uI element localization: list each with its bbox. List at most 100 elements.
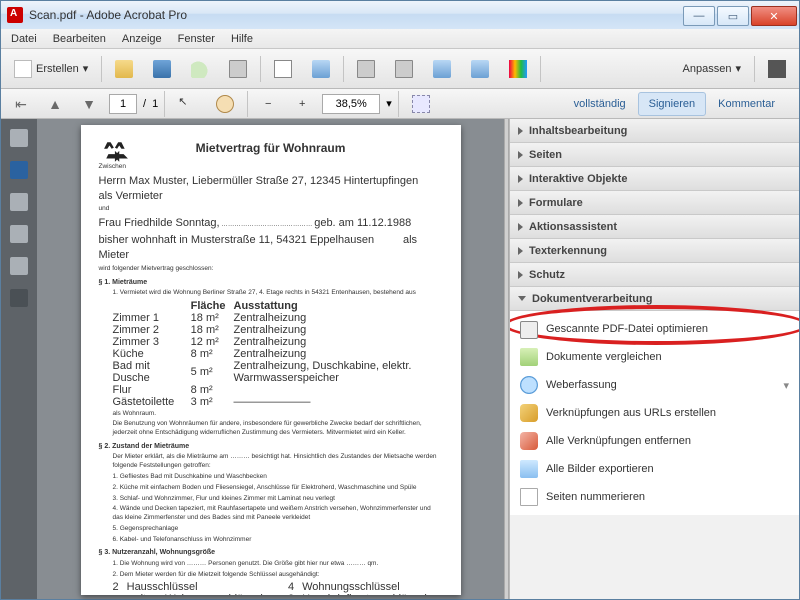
- prev-page-button[interactable]: ▲: [41, 90, 69, 118]
- acc-dokumentverarbeitung[interactable]: Dokumentverarbeitung: [510, 287, 799, 311]
- chevron-down-icon: [518, 296, 526, 301]
- minimize-button[interactable]: —: [683, 6, 715, 26]
- chevron-down-icon: ▾: [735, 62, 741, 75]
- chevron-down-icon: ▾: [83, 62, 89, 75]
- page-input[interactable]: 1: [109, 94, 137, 114]
- menu-hilfe[interactable]: Hilfe: [225, 31, 259, 47]
- first-icon: ⇤: [15, 97, 27, 111]
- select-tool[interactable]: ↖: [171, 90, 203, 118]
- tab-kommentar[interactable]: Kommentar: [708, 93, 785, 115]
- chevron-right-icon: [518, 175, 523, 183]
- acc-aktionsassistent[interactable]: Aktionsassistent: [510, 215, 799, 239]
- titlebar: Scan.pdf - Adobe Acrobat Pro — ▭ ✕: [1, 1, 799, 29]
- acc-inhaltsbearbeitung[interactable]: Inhaltsbearbeitung: [510, 119, 799, 143]
- chevron-right-icon: [518, 127, 523, 135]
- dokumentverarbeitung-body: Gescannte PDF-Datei optimieren Dokumente…: [510, 311, 799, 515]
- menu-fenster[interactable]: Fenster: [172, 31, 221, 47]
- print-button[interactable]: [222, 55, 254, 83]
- layers-icon[interactable]: [10, 257, 28, 275]
- next-page-button[interactable]: ▼: [75, 90, 103, 118]
- separator: [540, 56, 541, 82]
- tab-signieren[interactable]: Signieren: [638, 92, 706, 116]
- acc-formulare[interactable]: Formulare: [510, 191, 799, 215]
- separator: [260, 56, 261, 82]
- item-dokumente-vergleichen[interactable]: Dokumente vergleichen: [510, 343, 799, 371]
- marquee-tool[interactable]: [405, 90, 437, 118]
- link-icon: [520, 404, 538, 422]
- attachments-icon[interactable]: [10, 225, 28, 243]
- plus-icon: +: [299, 98, 305, 110]
- tools-panel: Inhaltsbearbeitung Seiten Interaktive Ob…: [509, 119, 799, 599]
- item-seiten-nummerieren[interactable]: Seiten nummerieren: [510, 483, 799, 511]
- separator: [398, 91, 399, 117]
- toolbar-nav: ⇤ ▲ ▼ 1 / 1 ↖ − + 38,5% ▾ vollständig Si…: [1, 89, 799, 119]
- separator: [247, 91, 248, 117]
- tool4-button[interactable]: [464, 55, 496, 83]
- chevron-down-icon[interactable]: ▾: [386, 97, 392, 110]
- customize-button[interactable]: Anpassen ▾: [676, 55, 748, 83]
- maximize-button[interactable]: ▭: [717, 6, 749, 26]
- zoom-input[interactable]: 38,5%: [322, 94, 380, 114]
- thumbnails-icon[interactable]: [10, 129, 28, 147]
- hand-tool[interactable]: [209, 90, 241, 118]
- hand-icon: [216, 95, 234, 113]
- acc-seiten[interactable]: Seiten: [510, 143, 799, 167]
- print-icon: [229, 60, 247, 78]
- tab-vollstaendig[interactable]: vollständig: [564, 93, 636, 115]
- share-icon: [312, 60, 330, 78]
- item-verknuepfungen-erstellen[interactable]: Verknüpfungen aus URLs erstellen: [510, 399, 799, 427]
- separator: [343, 56, 344, 82]
- menu-datei[interactable]: Datei: [5, 31, 43, 47]
- chevron-right-icon: [518, 199, 523, 207]
- open-button[interactable]: [108, 55, 140, 83]
- new-icon: [14, 60, 32, 78]
- chevron-right-icon: [518, 271, 523, 279]
- separator: [101, 56, 102, 82]
- document-area[interactable]: Mietvertrag für Wohnraum Zwischen Herrn …: [37, 119, 504, 599]
- separator: [754, 56, 755, 82]
- tool2-button[interactable]: [388, 55, 420, 83]
- number-icon: [520, 488, 538, 506]
- cloud-icon: [191, 60, 209, 78]
- item-verknuepfungen-entfernen[interactable]: Alle Verknüpfungen entfernen: [510, 427, 799, 455]
- item-bilder-exportieren[interactable]: Alle Bilder exportieren: [510, 455, 799, 483]
- acc-interaktive-objekte[interactable]: Interaktive Objekte: [510, 167, 799, 191]
- first-page-button[interactable]: ⇤: [7, 90, 35, 118]
- chevron-right-icon: [518, 247, 523, 255]
- zoom-in-button[interactable]: +: [288, 90, 316, 118]
- chevron-right-icon: [518, 223, 523, 231]
- customize-label: Anpassen: [683, 63, 732, 75]
- menu-anzeige[interactable]: Anzeige: [116, 31, 168, 47]
- signatures-icon[interactable]: [10, 289, 28, 307]
- share-button[interactable]: [305, 55, 337, 83]
- tool-icon: [357, 60, 375, 78]
- tool3-button[interactable]: [426, 55, 458, 83]
- tool-icon: [433, 60, 451, 78]
- acc-texterkennung[interactable]: Texterkennung: [510, 239, 799, 263]
- recycle-icon: [103, 139, 129, 165]
- close-button[interactable]: ✕: [751, 6, 797, 26]
- tool5-button[interactable]: [502, 55, 534, 83]
- cloud-button[interactable]: [184, 55, 216, 83]
- item-gescannte-pdf-optimieren[interactable]: Gescannte PDF-Datei optimieren: [510, 315, 799, 343]
- folder-icon: [115, 60, 133, 78]
- bookmarks-icon[interactable]: [10, 161, 28, 179]
- down-icon: ▼: [82, 97, 96, 111]
- minus-icon: −: [265, 98, 271, 110]
- app-icon: [7, 7, 23, 23]
- fullscreen-button[interactable]: [761, 55, 793, 83]
- menu-bearbeiten[interactable]: Bearbeiten: [47, 31, 112, 47]
- marquee-icon: [412, 95, 430, 113]
- create-button[interactable]: Erstellen ▾: [7, 55, 95, 83]
- save-icon: [153, 60, 171, 78]
- tool1-button[interactable]: [350, 55, 382, 83]
- email-button[interactable]: [267, 55, 299, 83]
- pdf-page: Mietvertrag für Wohnraum Zwischen Herrn …: [81, 125, 461, 595]
- zoom-out-button[interactable]: −: [254, 90, 282, 118]
- acc-schutz[interactable]: Schutz: [510, 263, 799, 287]
- chevron-right-icon: [518, 151, 523, 159]
- save-button[interactable]: [146, 55, 178, 83]
- item-weberfassung[interactable]: Weberfassung▾: [510, 371, 799, 399]
- undo-icon[interactable]: [10, 193, 28, 211]
- image-icon: [520, 460, 538, 478]
